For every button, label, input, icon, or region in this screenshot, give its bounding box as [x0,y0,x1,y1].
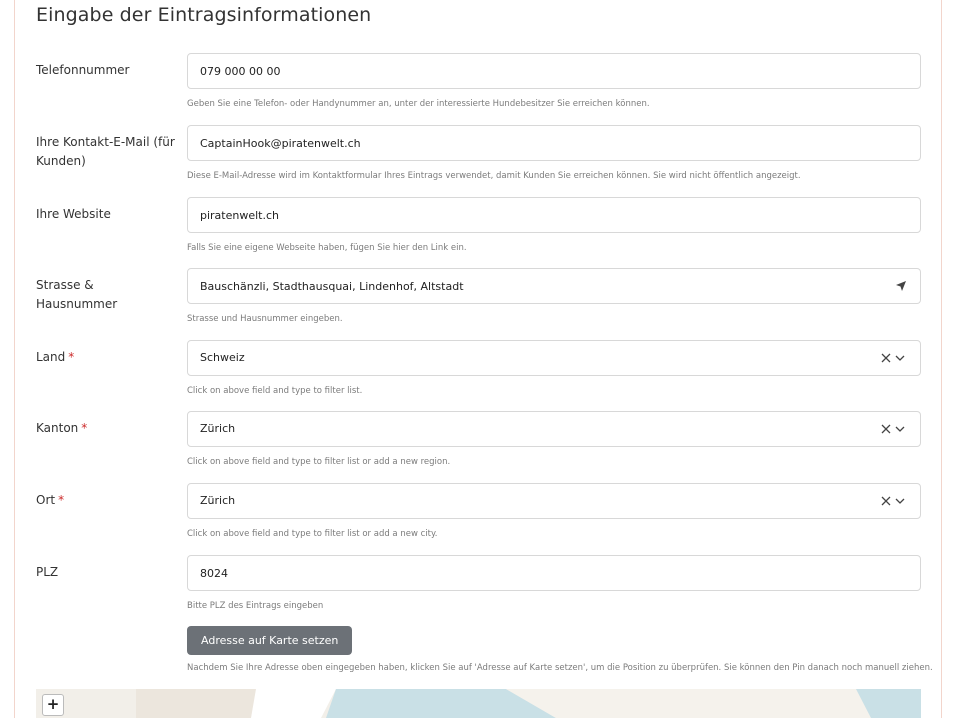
canton-help: Click on above field and type to filter … [187,457,451,467]
email-input[interactable] [187,125,921,161]
country-label: Land * [36,350,75,364]
required-mark: * [58,493,65,507]
city-select[interactable]: Zürich [187,483,921,519]
canton-select[interactable]: Zürich [187,411,921,447]
zip-help: Bitte PLZ des Eintrags eingeben [187,601,324,611]
map-help: Nachdem Sie Ihre Adresse oben eingegeben… [187,663,933,673]
chevron-down-icon[interactable] [894,423,906,435]
canton-select-value: Zürich [200,422,236,435]
email-label: Ihre Kontakt-E-Mail (für Kunden) [36,135,175,168]
phone-input[interactable] [187,53,921,89]
map-tiles [36,689,921,718]
locate-address-button[interactable] [881,268,921,304]
set-address-on-map-button[interactable]: Adresse auf Karte setzen [187,626,353,655]
city-label: Ort * [36,493,65,507]
street-input[interactable] [187,268,882,304]
website-help: Falls Sie eine eigene Webseite haben, fü… [187,243,467,253]
phone-label: Telefonnummer [36,63,130,77]
website-label: Ihre Website [36,207,111,221]
chevron-down-icon[interactable] [894,352,906,364]
city-select-value: Zürich [200,494,236,507]
street-label: Strasse & Hausnummer [36,278,118,311]
clear-icon[interactable] [880,352,892,364]
chevron-down-icon[interactable] [894,495,906,507]
entry-form-page: Eingabe der Eintragsinformationen Telefo… [0,0,965,718]
country-select[interactable]: Schweiz [187,340,921,376]
clear-icon[interactable] [880,423,892,435]
zip-label: PLZ [36,565,59,579]
country-help: Click on above field and type to filter … [187,386,363,396]
map-view[interactable] [36,689,921,718]
map-zoom-in-button[interactable]: + [42,694,64,716]
required-mark: * [81,421,88,435]
location-arrow-icon [895,281,906,291]
clear-icon[interactable] [880,495,892,507]
email-help: Diese E-Mail-Adresse wird im Kontaktform… [187,171,801,181]
zip-input[interactable] [187,555,921,591]
city-help: Click on above field and type to filter … [187,529,438,539]
country-select-value: Schweiz [200,351,245,364]
phone-help: Geben Sie eine Telefon- oder Handynummer… [187,99,650,109]
section-title: Eingabe der Eintragsinformationen [36,4,372,26]
canton-label: Kanton * [36,421,88,435]
website-input[interactable] [187,197,921,233]
street-help: Strasse und Hausnummer eingeben. [187,314,343,324]
required-mark: * [68,350,75,364]
